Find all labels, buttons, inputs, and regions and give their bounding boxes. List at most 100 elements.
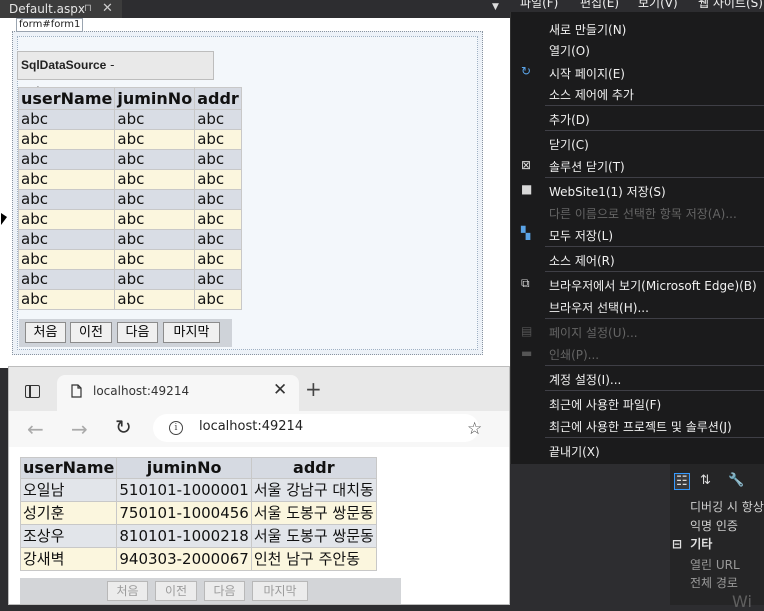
alphabetical-icon[interactable]: ⇅ xyxy=(700,473,711,488)
browser-grid-column-header: userName xyxy=(19,457,118,479)
browser-last-button[interactable]: 마지막 xyxy=(252,581,308,601)
menu-item-source-control[interactable]: 소스 제어(R) xyxy=(549,252,615,269)
designer-grid-cell: abc xyxy=(17,269,116,290)
property-anonymous-auth[interactable]: 익명 인증 xyxy=(690,517,738,534)
designer-grid-cell: abc xyxy=(194,189,242,210)
designer-grid-row: abc abc abc xyxy=(17,149,242,170)
menu-item-view-in-browser[interactable]: 브라우저에서 보기(Microsoft Edge)(B) xyxy=(549,277,757,294)
start-page-icon: ↻ xyxy=(521,64,532,78)
browser-tabstrip: localhost:49214 ✕ + xyxy=(9,367,509,411)
menu-item-recent-files[interactable]: 최근에 사용한 파일(F) xyxy=(549,396,661,413)
menu-separator xyxy=(545,246,764,247)
browser-tab[interactable]: localhost:49214 ✕ xyxy=(57,375,299,411)
view-in-browser-icon: ⧉ xyxy=(521,276,530,290)
menu-item-open[interactable]: 열기(O) xyxy=(549,42,590,59)
designer-grid-row: abc abc abc xyxy=(17,169,242,190)
menu-edit[interactable]: 편집(E) xyxy=(580,0,619,11)
address-url: localhost:49214 xyxy=(199,419,304,434)
designer-prev-button[interactable]: 이전 xyxy=(70,322,112,343)
property-pages-icon[interactable]: 🔧 xyxy=(728,473,744,488)
save-all-icon: ▚ xyxy=(521,226,531,240)
menu-item-add-source-control[interactable]: 소스 제어에 추가 xyxy=(549,86,634,103)
back-icon[interactable]: ← xyxy=(27,417,44,441)
designer-grid-cell: abc xyxy=(114,109,196,130)
file-menu: 새로 만들기(N) 열기(O) ↻ 시작 페이지(E) 소스 제어에 추가 추가… xyxy=(510,12,764,464)
browser-grid-cell: 성기훈 xyxy=(19,501,118,525)
designer-grid-row: abc abc abc xyxy=(17,289,242,310)
sqldatasource-control[interactable]: SqlDataSource - SqlDataSource1 xyxy=(17,51,214,99)
designer-grid-row: abc abc abc xyxy=(17,189,242,210)
designer-grid-cell: abc xyxy=(17,169,116,190)
designer-grid-column-header: addr xyxy=(194,87,242,110)
document-tab-title: Default.aspx xyxy=(9,2,85,16)
designer-grid-cell: abc xyxy=(17,209,116,230)
property-full-path[interactable]: 전체 경로 xyxy=(690,574,738,591)
browser-next-button[interactable]: 다음 xyxy=(204,581,245,601)
browser-prev-button[interactable]: 이전 xyxy=(155,581,197,601)
designer-last-button[interactable]: 마지막 xyxy=(163,322,220,343)
form-tag-label[interactable]: form#form1 xyxy=(16,18,84,32)
categorized-icon[interactable]: ☷ xyxy=(674,473,690,490)
designer-grid-cell: abc xyxy=(194,109,242,130)
designer-grid-row: abc abc abc xyxy=(17,269,242,290)
property-open-url[interactable]: 열린 URL xyxy=(690,556,740,573)
tab-list-dropdown-icon[interactable]: ▼ xyxy=(492,2,499,12)
property-debug-always[interactable]: 디버깅 시 항상 xyxy=(690,498,764,515)
designer-grid-cell: abc xyxy=(194,169,242,190)
browser-grid-cell: 서울 도봉구 쌍문동 xyxy=(250,524,377,548)
designer-grid-cell: abc xyxy=(17,149,116,170)
menu-file[interactable]: 파일(F) xyxy=(520,0,558,11)
browser-window: localhost:49214 ✕ + ← → ↻ i localhost:49… xyxy=(8,366,510,605)
browser-grid-cell: 인천 남구 주안동 xyxy=(250,547,377,571)
address-bar[interactable]: i localhost:49214 xyxy=(153,414,479,442)
browser-grid-cell: 750101-1000456 xyxy=(116,501,252,525)
designer-grid-cell: abc xyxy=(194,129,242,150)
menu-item-close[interactable]: 닫기(C) xyxy=(549,136,589,153)
menu-item-add[interactable]: 추가(D) xyxy=(549,111,590,128)
page-setup-icon: ▤ xyxy=(521,324,533,338)
add-favorite-icon[interactable]: ☆ xyxy=(467,419,482,439)
menu-separator xyxy=(545,390,764,391)
forward-icon[interactable]: → xyxy=(71,417,88,441)
pin-tab-icon[interactable]: ⊓ xyxy=(84,0,92,18)
designer-next-button[interactable]: 다음 xyxy=(117,322,158,343)
designer-grid-cell: abc xyxy=(114,209,196,230)
designer-gridview[interactable]: userName juminNo addr abc abc abc abc abc abc abc… xyxy=(17,87,242,310)
browser-grid-row: 오일남 510101-1000001 서울 강남구 대치동 xyxy=(19,478,377,502)
close-tab-icon[interactable]: ✕ xyxy=(102,0,113,18)
designer-grid-cell: abc xyxy=(17,249,116,270)
menu-item-account-settings[interactable]: 계정 설정(I)... xyxy=(549,371,621,388)
site-info-icon[interactable]: i xyxy=(169,421,183,435)
menu-view[interactable]: 보기(V) xyxy=(638,0,678,11)
property-category-misc[interactable]: ⊟ 기타 xyxy=(672,535,712,552)
menu-website[interactable]: 웹 사이트(S) xyxy=(698,0,763,11)
designer-first-button[interactable]: 처음 xyxy=(25,322,66,343)
vs-menubar: 파일(F) 편집(E) 보기(V) 웹 사이트(S) xyxy=(510,0,764,12)
designer-grid-cell: abc xyxy=(17,189,116,210)
reload-icon[interactable]: ↻ xyxy=(115,415,132,439)
menu-separator xyxy=(545,437,764,438)
designer-grid-cell: abc xyxy=(114,269,196,290)
browser-pager: 처음 이전 다음 마지막 xyxy=(20,578,401,604)
designer-grid-column-header: juminNo xyxy=(114,87,196,110)
menu-item-close-solution[interactable]: 솔루션 닫기(T) xyxy=(549,158,625,175)
menu-item-recent-projects[interactable]: 최근에 사용한 프로젝트 및 솔루션(J) xyxy=(549,418,732,435)
menu-item-browse-with[interactable]: 브라우저 선택(H)... xyxy=(549,299,649,316)
menu-item-new[interactable]: 새로 만들기(N) xyxy=(549,21,626,38)
designer-grid-cell: abc xyxy=(194,289,242,310)
document-tab-default-aspx[interactable]: Default.aspx ⊓ ✕ xyxy=(0,0,122,18)
tab-actions-icon[interactable] xyxy=(25,385,40,398)
menu-item-exit[interactable]: 끝내기(X) xyxy=(549,443,600,460)
browser-tab-close-icon[interactable]: ✕ xyxy=(273,380,287,400)
menu-item-save-all[interactable]: 모두 저장(L) xyxy=(549,227,613,244)
menu-item-save[interactable]: WebSite1(1) 저장(S) xyxy=(549,183,666,200)
menu-item-start-page[interactable]: 시작 페이지(E) xyxy=(549,65,625,82)
browser-first-button[interactable]: 처음 xyxy=(107,581,148,601)
browser-grid-row: 강새벽 940303-2000067 인천 남구 주안동 xyxy=(19,547,377,571)
new-tab-icon[interactable]: + xyxy=(305,377,322,401)
collapse-category-icon[interactable]: ⊟ xyxy=(672,537,682,551)
designer-grid-row: abc abc abc xyxy=(17,209,242,230)
save-icon: ■ xyxy=(521,182,533,196)
browser-grid-cell: 서울 도봉구 쌍문동 xyxy=(250,501,377,525)
browser-grid-cell: 510101-1000001 xyxy=(116,478,252,502)
